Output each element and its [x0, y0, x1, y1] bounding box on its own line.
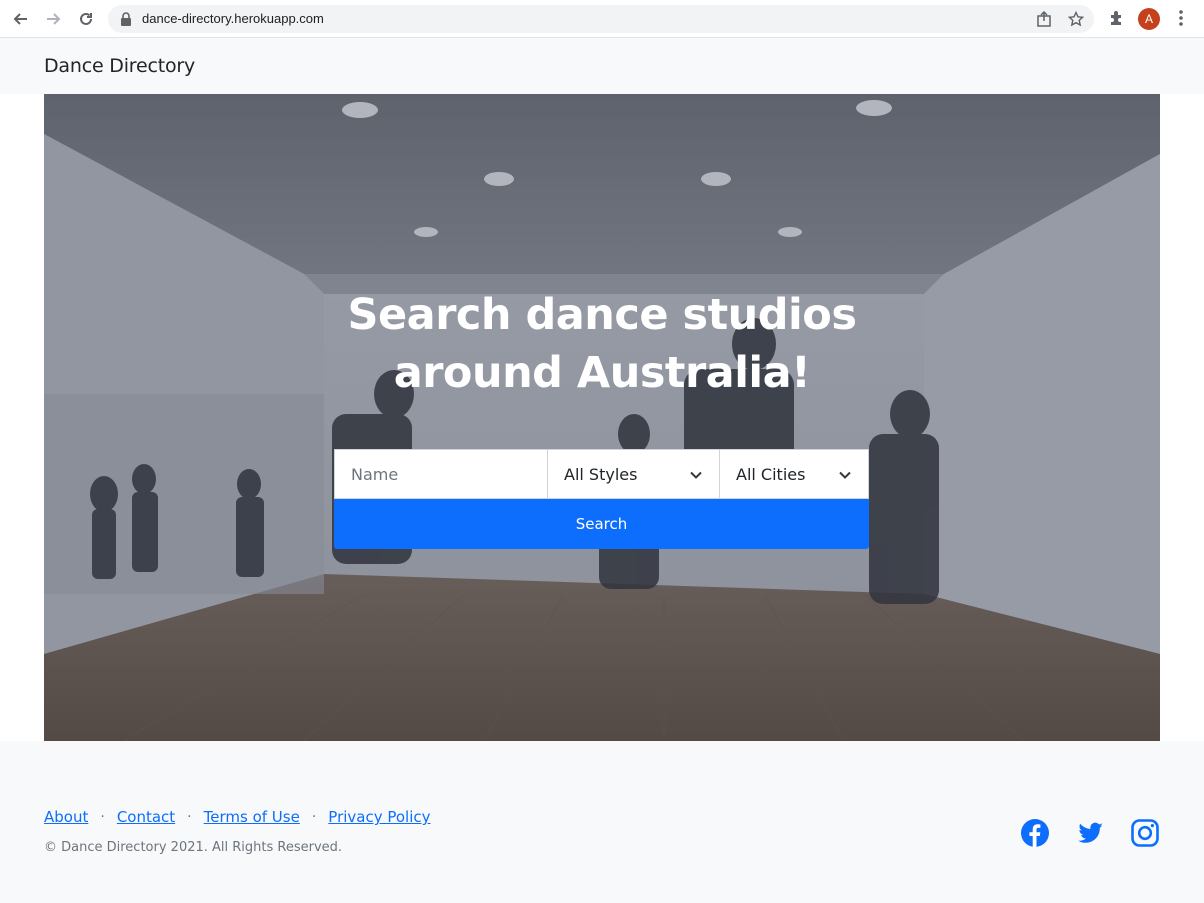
reload-button[interactable] [74, 7, 98, 31]
bookmark-star-icon[interactable] [1068, 11, 1084, 27]
site-navbar: Dance Directory [0, 38, 1204, 94]
hero-heading-line-1: Search dance studios [347, 290, 857, 340]
facebook-icon[interactable] [1020, 818, 1050, 848]
copyright-text: © Dance Directory 2021. All Rights Reser… [44, 840, 343, 855]
footer-link-terms[interactable]: Terms of Use [204, 808, 300, 826]
chevron-down-icon [690, 471, 702, 479]
search-form: All Styles All Cities Search [334, 449, 869, 549]
footer-link-privacy[interactable]: Privacy Policy [328, 808, 430, 826]
twitter-icon[interactable] [1075, 818, 1105, 848]
instagram-icon[interactable] [1130, 818, 1160, 848]
search-button[interactable]: Search [334, 499, 869, 549]
chevron-down-icon [839, 471, 851, 479]
forward-button[interactable] [41, 7, 65, 31]
dance-studio-photo [44, 94, 1160, 741]
brand-logo-text[interactable]: Dance Directory [44, 55, 195, 77]
extensions-icon[interactable] [1108, 9, 1126, 27]
back-arrow-icon [13, 13, 27, 25]
lock-icon [121, 12, 131, 26]
menu-kebab-icon[interactable] [1178, 9, 1184, 27]
share-icon[interactable] [1036, 11, 1052, 27]
name-input[interactable] [334, 449, 547, 499]
footer-link-contact[interactable]: Contact [117, 808, 175, 826]
footer-link-about[interactable]: About [44, 808, 88, 826]
city-select[interactable]: All Cities [719, 449, 869, 499]
url-text: dance-directory.herokuapp.com [142, 11, 324, 26]
reload-icon [80, 12, 92, 25]
style-select-value: All Styles [564, 464, 638, 484]
hero-heading: Search dance studios around Australia! [44, 286, 1160, 402]
footer-links: About · Contact · Terms of Use · Privacy… [44, 808, 431, 826]
footer-separator: · [100, 809, 105, 825]
browser-toolbar: dance-directory.herokuapp.com A [0, 0, 1204, 38]
back-button[interactable] [9, 7, 33, 31]
hero-banner: Search dance studios around Australia! A… [44, 94, 1160, 741]
city-select-value: All Cities [736, 464, 806, 484]
hero-heading-line-2: around Australia! [393, 348, 811, 398]
site-footer: About · Contact · Terms of Use · Privacy… [0, 741, 1204, 903]
style-select[interactable]: All Styles [547, 449, 719, 499]
profile-avatar[interactable]: A [1138, 8, 1160, 30]
search-inputs-row: All Styles All Cities [334, 449, 869, 499]
forward-arrow-icon [47, 13, 61, 25]
address-bar[interactable]: dance-directory.herokuapp.com [108, 5, 1094, 33]
hero-section: Search dance studios around Australia! A… [0, 94, 1204, 741]
footer-separator: · [311, 809, 317, 825]
footer-separator: · [187, 809, 192, 825]
